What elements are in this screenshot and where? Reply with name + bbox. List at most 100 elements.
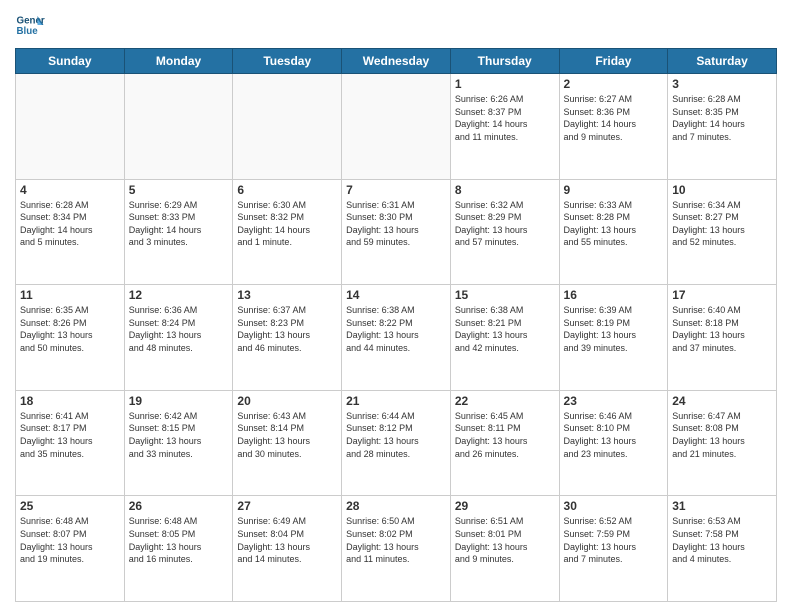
day-info: Sunrise: 6:34 AM Sunset: 8:27 PM Dayligh… bbox=[672, 199, 772, 249]
day-number: 3 bbox=[672, 77, 772, 91]
weekday-header-thursday: Thursday bbox=[450, 49, 559, 74]
day-info: Sunrise: 6:47 AM Sunset: 8:08 PM Dayligh… bbox=[672, 410, 772, 460]
calendar-cell: 17 Sunrise: 6:40 AM Sunset: 8:18 PM Dayli… bbox=[668, 285, 777, 391]
day-info: Sunrise: 6:27 AM Sunset: 8:36 PM Dayligh… bbox=[564, 93, 664, 143]
day-number: 18 bbox=[20, 394, 120, 408]
day-number: 14 bbox=[346, 288, 446, 302]
day-number: 22 bbox=[455, 394, 555, 408]
calendar-cell: 30 Sunrise: 6:52 AM Sunset: 7:59 PM Dayli… bbox=[559, 496, 668, 602]
day-number: 5 bbox=[129, 183, 229, 197]
day-info: Sunrise: 6:39 AM Sunset: 8:19 PM Dayligh… bbox=[564, 304, 664, 354]
day-number: 13 bbox=[237, 288, 337, 302]
day-number: 7 bbox=[346, 183, 446, 197]
day-info: Sunrise: 6:36 AM Sunset: 8:24 PM Dayligh… bbox=[129, 304, 229, 354]
calendar-cell: 28 Sunrise: 6:50 AM Sunset: 8:02 PM Dayli… bbox=[342, 496, 451, 602]
week-row-3: 11 Sunrise: 6:35 AM Sunset: 8:26 PM Dayli… bbox=[16, 285, 777, 391]
calendar-cell: 31 Sunrise: 6:53 AM Sunset: 7:58 PM Dayli… bbox=[668, 496, 777, 602]
calendar-cell: 3 Sunrise: 6:28 AM Sunset: 8:35 PM Daylig… bbox=[668, 74, 777, 180]
calendar-cell: 10Sunrise: 6:34 AM Sunset: 8:27 PM Dayli… bbox=[668, 179, 777, 285]
calendar-cell: 18Sunrise: 6:41 AM Sunset: 8:17 PM Dayli… bbox=[16, 390, 125, 496]
day-number: 9 bbox=[564, 183, 664, 197]
day-number: 17 bbox=[672, 288, 772, 302]
day-info: Sunrise: 6:28 AM Sunset: 8:34 PM Dayligh… bbox=[20, 199, 120, 249]
calendar-cell: 4 Sunrise: 6:28 AM Sunset: 8:34 PM Daylig… bbox=[16, 179, 125, 285]
weekday-header-sunday: Sunday bbox=[16, 49, 125, 74]
calendar-cell bbox=[124, 74, 233, 180]
day-info: Sunrise: 6:44 AM Sunset: 8:12 PM Dayligh… bbox=[346, 410, 446, 460]
calendar-cell: 25 Sunrise: 6:48 AM Sunset: 8:07 PM Dayli… bbox=[16, 496, 125, 602]
day-number: 31 bbox=[672, 499, 772, 513]
day-info: Sunrise: 6:52 AM Sunset: 7:59 PM Dayligh… bbox=[564, 515, 664, 565]
day-info: Sunrise: 6:28 AM Sunset: 8:35 PM Dayligh… bbox=[672, 93, 772, 143]
day-number: 21 bbox=[346, 394, 446, 408]
calendar-cell: 29Sunrise: 6:51 AM Sunset: 8:01 PM Dayli… bbox=[450, 496, 559, 602]
day-info: Sunrise: 6:35 AM Sunset: 8:26 PM Dayligh… bbox=[20, 304, 120, 354]
day-info: Sunrise: 6:46 AM Sunset: 8:10 PM Dayligh… bbox=[564, 410, 664, 460]
day-info: Sunrise: 6:53 AM Sunset: 7:58 PM Dayligh… bbox=[672, 515, 772, 565]
day-number: 30 bbox=[564, 499, 664, 513]
day-info: Sunrise: 6:49 AM Sunset: 8:04 PM Dayligh… bbox=[237, 515, 337, 565]
day-info: Sunrise: 6:50 AM Sunset: 8:02 PM Dayligh… bbox=[346, 515, 446, 565]
day-number: 8 bbox=[455, 183, 555, 197]
day-info: Sunrise: 6:48 AM Sunset: 8:07 PM Dayligh… bbox=[20, 515, 120, 565]
day-info: Sunrise: 6:29 AM Sunset: 8:33 PM Dayligh… bbox=[129, 199, 229, 249]
day-number: 1 bbox=[455, 77, 555, 91]
calendar-cell: 13Sunrise: 6:37 AM Sunset: 8:23 PM Dayli… bbox=[233, 285, 342, 391]
day-info: Sunrise: 6:38 AM Sunset: 8:22 PM Dayligh… bbox=[346, 304, 446, 354]
day-info: Sunrise: 6:48 AM Sunset: 8:05 PM Dayligh… bbox=[129, 515, 229, 565]
day-number: 24 bbox=[672, 394, 772, 408]
weekday-header-monday: Monday bbox=[124, 49, 233, 74]
day-number: 27 bbox=[237, 499, 337, 513]
weekday-header-tuesday: Tuesday bbox=[233, 49, 342, 74]
calendar-cell bbox=[16, 74, 125, 180]
calendar-cell: 27 Sunrise: 6:49 AM Sunset: 8:04 PM Dayli… bbox=[233, 496, 342, 602]
day-number: 15 bbox=[455, 288, 555, 302]
day-info: Sunrise: 6:32 AM Sunset: 8:29 PM Dayligh… bbox=[455, 199, 555, 249]
calendar-cell bbox=[233, 74, 342, 180]
day-number: 25 bbox=[20, 499, 120, 513]
calendar-cell: 23 Sunrise: 6:46 AM Sunset: 8:10 PM Dayli… bbox=[559, 390, 668, 496]
day-info: Sunrise: 6:40 AM Sunset: 8:18 PM Dayligh… bbox=[672, 304, 772, 354]
calendar-cell: 6 Sunrise: 6:30 AM Sunset: 8:32 PM Daylig… bbox=[233, 179, 342, 285]
calendar-cell bbox=[342, 74, 451, 180]
weekday-header-row: SundayMondayTuesdayWednesdayThursdayFrid… bbox=[16, 49, 777, 74]
day-number: 23 bbox=[564, 394, 664, 408]
day-number: 16 bbox=[564, 288, 664, 302]
page-header: General Blue bbox=[15, 10, 777, 40]
week-row-2: 4 Sunrise: 6:28 AM Sunset: 8:34 PM Daylig… bbox=[16, 179, 777, 285]
day-number: 4 bbox=[20, 183, 120, 197]
calendar-cell: 12 Sunrise: 6:36 AM Sunset: 8:24 PM Dayli… bbox=[124, 285, 233, 391]
calendar-cell: 11 Sunrise: 6:35 AM Sunset: 8:26 PM Dayli… bbox=[16, 285, 125, 391]
week-row-1: 1 Sunrise: 6:26 AM Sunset: 8:37 PM Daylig… bbox=[16, 74, 777, 180]
calendar-cell: 5 Sunrise: 6:29 AM Sunset: 8:33 PM Daylig… bbox=[124, 179, 233, 285]
day-number: 26 bbox=[129, 499, 229, 513]
calendar-cell: 22 Sunrise: 6:45 AM Sunset: 8:11 PM Dayli… bbox=[450, 390, 559, 496]
calendar-cell: 19 Sunrise: 6:42 AM Sunset: 8:15 PM Dayli… bbox=[124, 390, 233, 496]
calendar-cell: 9 Sunrise: 6:33 AM Sunset: 8:28 PM Daylig… bbox=[559, 179, 668, 285]
calendar-cell: 15 Sunrise: 6:38 AM Sunset: 8:21 PM Dayli… bbox=[450, 285, 559, 391]
day-info: Sunrise: 6:30 AM Sunset: 8:32 PM Dayligh… bbox=[237, 199, 337, 249]
day-info: Sunrise: 6:33 AM Sunset: 8:28 PM Dayligh… bbox=[564, 199, 664, 249]
day-info: Sunrise: 6:38 AM Sunset: 8:21 PM Dayligh… bbox=[455, 304, 555, 354]
day-info: Sunrise: 6:31 AM Sunset: 8:30 PM Dayligh… bbox=[346, 199, 446, 249]
weekday-header-saturday: Saturday bbox=[668, 49, 777, 74]
day-info: Sunrise: 6:45 AM Sunset: 8:11 PM Dayligh… bbox=[455, 410, 555, 460]
day-info: Sunrise: 6:51 AM Sunset: 8:01 PM Dayligh… bbox=[455, 515, 555, 565]
calendar-cell: 20Sunrise: 6:43 AM Sunset: 8:14 PM Dayli… bbox=[233, 390, 342, 496]
day-info: Sunrise: 6:26 AM Sunset: 8:37 PM Dayligh… bbox=[455, 93, 555, 143]
day-number: 12 bbox=[129, 288, 229, 302]
calendar-cell: 24 Sunrise: 6:47 AM Sunset: 8:08 PM Dayli… bbox=[668, 390, 777, 496]
day-number: 28 bbox=[346, 499, 446, 513]
svg-text:Blue: Blue bbox=[17, 26, 39, 37]
calendar-cell: 14 Sunrise: 6:38 AM Sunset: 8:22 PM Dayli… bbox=[342, 285, 451, 391]
day-number: 11 bbox=[20, 288, 120, 302]
calendar-cell: 21 Sunrise: 6:44 AM Sunset: 8:12 PM Dayli… bbox=[342, 390, 451, 496]
day-number: 19 bbox=[129, 394, 229, 408]
day-number: 6 bbox=[237, 183, 337, 197]
calendar-page: General Blue SundayMondayTuesdayWednesda… bbox=[0, 0, 792, 612]
day-info: Sunrise: 6:42 AM Sunset: 8:15 PM Dayligh… bbox=[129, 410, 229, 460]
week-row-4: 18Sunrise: 6:41 AM Sunset: 8:17 PM Dayli… bbox=[16, 390, 777, 496]
logo-icon: General Blue bbox=[15, 10, 45, 40]
calendar-cell: 8 Sunrise: 6:32 AM Sunset: 8:29 PM Daylig… bbox=[450, 179, 559, 285]
calendar-cell: 26 Sunrise: 6:48 AM Sunset: 8:05 PM Dayli… bbox=[124, 496, 233, 602]
